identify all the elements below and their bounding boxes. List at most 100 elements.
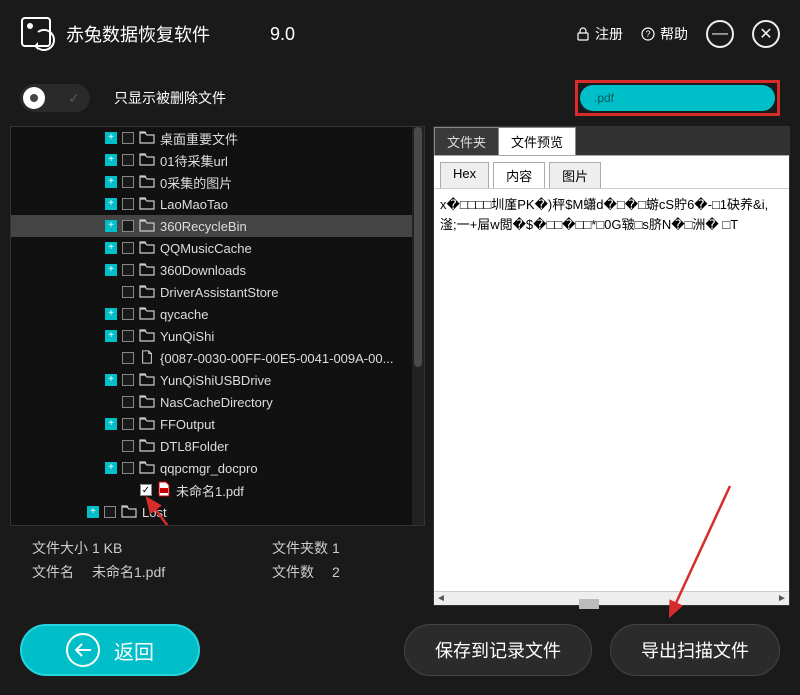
tree-item[interactable]: DTL8Folder: [11, 435, 412, 457]
status-panel: 文件大小 1 KB 文件夹数 1 文件名 未命名1.pdf 文件数 2: [10, 526, 425, 594]
folders-value: 1: [332, 540, 340, 556]
folder-icon: [139, 262, 155, 279]
export-button[interactable]: 导出扫描文件: [610, 624, 780, 676]
files-label: 文件数: [272, 562, 332, 582]
tree-checkbox[interactable]: [122, 286, 134, 298]
file-tree-panel: +桌面重要文件+01待采集url+0采集的图片+LaoMaoTao+360Rec…: [10, 126, 425, 526]
tree-expander-icon[interactable]: +: [105, 132, 117, 144]
tree-item-label: qqpcmgr_docpro: [160, 461, 258, 476]
tree-expander-icon[interactable]: +: [105, 242, 117, 254]
tree-checkbox[interactable]: [122, 440, 134, 452]
register-label: 注册: [595, 24, 623, 44]
tree-item[interactable]: +360Downloads: [11, 259, 412, 281]
tree-checkbox[interactable]: [122, 198, 134, 210]
tree-item[interactable]: +360RecycleBin: [11, 215, 412, 237]
tree-checkbox[interactable]: [122, 308, 134, 320]
tree-item[interactable]: +YunQiShi: [11, 325, 412, 347]
tree-expander-icon[interactable]: +: [105, 308, 117, 320]
tree-checkbox[interactable]: [122, 374, 134, 386]
tree-checkbox[interactable]: [122, 352, 134, 364]
main-area: +桌面重要文件+01待采集url+0采集的图片+LaoMaoTao+360Rec…: [0, 126, 800, 606]
tree-item[interactable]: + FFOutput: [11, 413, 412, 435]
tree-expander-icon[interactable]: +: [105, 462, 117, 474]
tree-item-label: qycache: [160, 307, 208, 322]
tree-item[interactable]: +桌面重要文件: [11, 127, 412, 149]
tree-checkbox[interactable]: [122, 176, 134, 188]
save-log-button[interactable]: 保存到记录文件: [404, 624, 592, 676]
tree-expander-icon[interactable]: +: [105, 176, 117, 188]
tree-item-label: Lost: [142, 505, 167, 520]
tree-scrollbar-thumb[interactable]: [414, 127, 422, 367]
help-link[interactable]: ? 帮助: [641, 24, 688, 44]
tree-checkbox[interactable]: [122, 220, 134, 232]
folder-icon: [139, 174, 155, 191]
tab-hex[interactable]: Hex: [440, 162, 489, 188]
tree-item[interactable]: {0087-0030-00FF-00E5-0041-009A-00...: [11, 347, 412, 369]
tree-expander-icon[interactable]: +: [105, 418, 117, 430]
tree-item[interactable]: +01待采集url: [11, 149, 412, 171]
deleted-only-toggle[interactable]: ✓: [20, 84, 90, 112]
tab-preview[interactable]: 文件预览: [498, 127, 576, 155]
tree-item[interactable]: + qycache: [11, 303, 412, 325]
tree-checkbox[interactable]: [122, 264, 134, 276]
tree-item[interactable]: + Lost: [11, 501, 412, 523]
tree-item[interactable]: ✓ 未命名1.pdf: [11, 479, 412, 501]
tab-image[interactable]: 图片: [549, 162, 601, 188]
tree-checkbox[interactable]: [122, 330, 134, 342]
back-button[interactable]: 返回: [20, 624, 200, 676]
tree-checkbox[interactable]: ✓: [140, 484, 152, 496]
size-value: 1 KB: [92, 540, 272, 556]
tree-checkbox[interactable]: [104, 506, 116, 518]
tree-item[interactable]: + QQMusicCache: [11, 237, 412, 259]
minimize-button[interactable]: —: [706, 20, 734, 48]
deleted-only-label: 只显示被删除文件: [114, 88, 226, 108]
folder-icon: [139, 394, 155, 411]
preview-hscrollbar[interactable]: ◄ ►: [434, 591, 789, 605]
tree-checkbox[interactable]: [122, 396, 134, 408]
tree-item[interactable]: NasCacheDirectory: [11, 391, 412, 413]
tree-expander-icon[interactable]: +: [105, 330, 117, 342]
tree-expander-icon[interactable]: +: [105, 220, 117, 232]
tree-item[interactable]: + qqpcmgr_docpro: [11, 457, 412, 479]
tree-item[interactable]: DriverAssistantStore: [11, 281, 412, 303]
file-icon: [139, 350, 155, 367]
hscroll-left[interactable]: ◄: [434, 592, 448, 606]
tab-folder[interactable]: 文件夹: [434, 127, 499, 155]
tree-item[interactable]: +YunQiShiUSBDrive: [11, 369, 412, 391]
preview-content[interactable]: x�□□□□圳廑PK�)秤$M蠨d�□�□蝣cS貯6�-□1砄养&i,滏;一+屇…: [434, 189, 789, 591]
tree-item[interactable]: +0采集的图片: [11, 171, 412, 193]
tree-expander-icon[interactable]: +: [105, 154, 117, 166]
tree-item-label: 未命名1.pdf: [176, 481, 244, 500]
tree-item-label: QQMusicCache: [160, 241, 252, 256]
tree-expander-icon: [105, 286, 117, 298]
tree-checkbox[interactable]: [122, 132, 134, 144]
search-input[interactable]: .pdf: [580, 85, 775, 111]
tree-checkbox[interactable]: [122, 154, 134, 166]
status-row-name: 文件名 未命名1.pdf 文件数 2: [32, 560, 403, 584]
name-value: 未命名1.pdf: [92, 562, 272, 582]
tree-checkbox[interactable]: [122, 462, 134, 474]
folder-icon: [121, 504, 137, 521]
hscroll-thumb[interactable]: [579, 599, 599, 609]
tree-checkbox[interactable]: [122, 418, 134, 430]
tree-expander-icon: [105, 352, 117, 364]
tab-content[interactable]: 内容: [493, 162, 545, 188]
register-link[interactable]: 注册: [576, 24, 623, 44]
search-highlight-box: .pdf: [575, 80, 780, 116]
tree-expander-icon[interactable]: +: [105, 264, 117, 276]
tree-item[interactable]: +LaoMaoTao: [11, 193, 412, 215]
folder-icon: [139, 306, 155, 323]
tree-expander-icon[interactable]: +: [105, 198, 117, 210]
close-button[interactable]: ✕: [752, 20, 780, 48]
tree-checkbox[interactable]: [122, 242, 134, 254]
size-label: 文件大小: [32, 538, 92, 558]
file-tree[interactable]: +桌面重要文件+01待采集url+0采集的图片+LaoMaoTao+360Rec…: [11, 127, 412, 525]
tree-item-label: NasCacheDirectory: [160, 395, 273, 410]
tree-expander-icon[interactable]: +: [105, 374, 117, 386]
tree-scrollbar[interactable]: [412, 127, 424, 525]
tree-expander-icon[interactable]: +: [87, 506, 99, 518]
tree-item-label: FFOutput: [160, 417, 215, 432]
footer: 返回 保存到记录文件 导出扫描文件: [0, 606, 800, 694]
back-arrow-icon: [66, 633, 100, 667]
hscroll-right[interactable]: ►: [775, 592, 789, 606]
